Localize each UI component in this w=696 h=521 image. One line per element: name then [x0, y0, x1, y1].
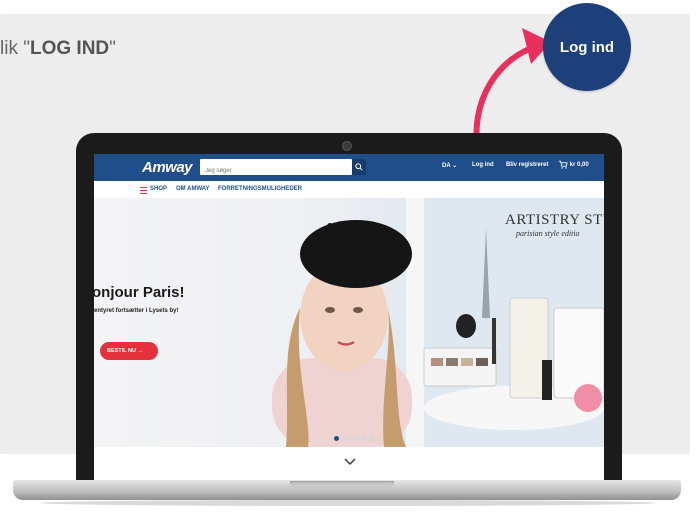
search-input[interactable]	[205, 168, 345, 174]
laptop-screen: Amway DA ⌄ Log ind Bliv registreret kr 0…	[94, 154, 604, 482]
carousel-dot[interactable]	[343, 436, 348, 441]
carousel-dot[interactable]	[361, 436, 366, 441]
menu-item-shop[interactable]: SHOP	[150, 186, 167, 192]
search-icon	[355, 163, 363, 171]
carousel-dot[interactable]	[352, 436, 357, 441]
laptop-frame: Amway DA ⌄ Log ind Bliv registreret kr 0…	[76, 133, 622, 490]
menu-item-business[interactable]: FORRETNINGSMULIGHEDER	[218, 186, 302, 192]
menu-item-about[interactable]: OM AMWAY	[176, 186, 210, 192]
search-box	[200, 159, 352, 175]
search-button[interactable]	[352, 159, 366, 175]
hero-subtitle: entyret fortsætter i Lysets by!	[94, 308, 179, 314]
carousel-dot[interactable]	[334, 436, 339, 441]
brand-title: ARTISTRY STU	[505, 212, 604, 228]
amway-logo[interactable]: Amway	[142, 159, 193, 176]
carousel-dot[interactable]	[370, 436, 375, 441]
language-selector[interactable]: DA ⌄	[442, 162, 457, 169]
camera-icon	[342, 141, 352, 151]
cart-total: kr 0,00	[569, 162, 589, 169]
chevron-down-icon: ⌄	[452, 163, 458, 169]
login-callout-button[interactable]: Log ind	[543, 3, 631, 91]
hero-banner[interactable]: onjour Paris! entyret fortsætter i Lyset…	[94, 198, 604, 447]
cart-icon	[558, 160, 568, 169]
hero-title: onjour Paris!	[94, 284, 185, 301]
brand-subtitle: parisian style editio	[516, 229, 580, 238]
login-link[interactable]: Log ind	[472, 162, 494, 168]
order-now-button[interactable]: BESTIL NU →	[100, 342, 158, 360]
instruction-text: lik "LOG IND"	[0, 38, 116, 59]
laptop-notch	[290, 481, 394, 488]
carousel-dots	[334, 436, 375, 441]
register-link[interactable]: Bliv registreret	[506, 162, 548, 168]
cart-button[interactable]: kr 0,00	[558, 160, 589, 169]
laptop-shadow	[40, 500, 656, 506]
site-header: Amway DA ⌄ Log ind Bliv registreret kr 0…	[94, 154, 604, 181]
hamburger-icon[interactable]	[140, 187, 147, 194]
chevron-down-icon[interactable]	[344, 458, 356, 466]
main-menu: SHOP OM AMWAY FORRETNINGSMULIGHEDER	[94, 181, 604, 199]
